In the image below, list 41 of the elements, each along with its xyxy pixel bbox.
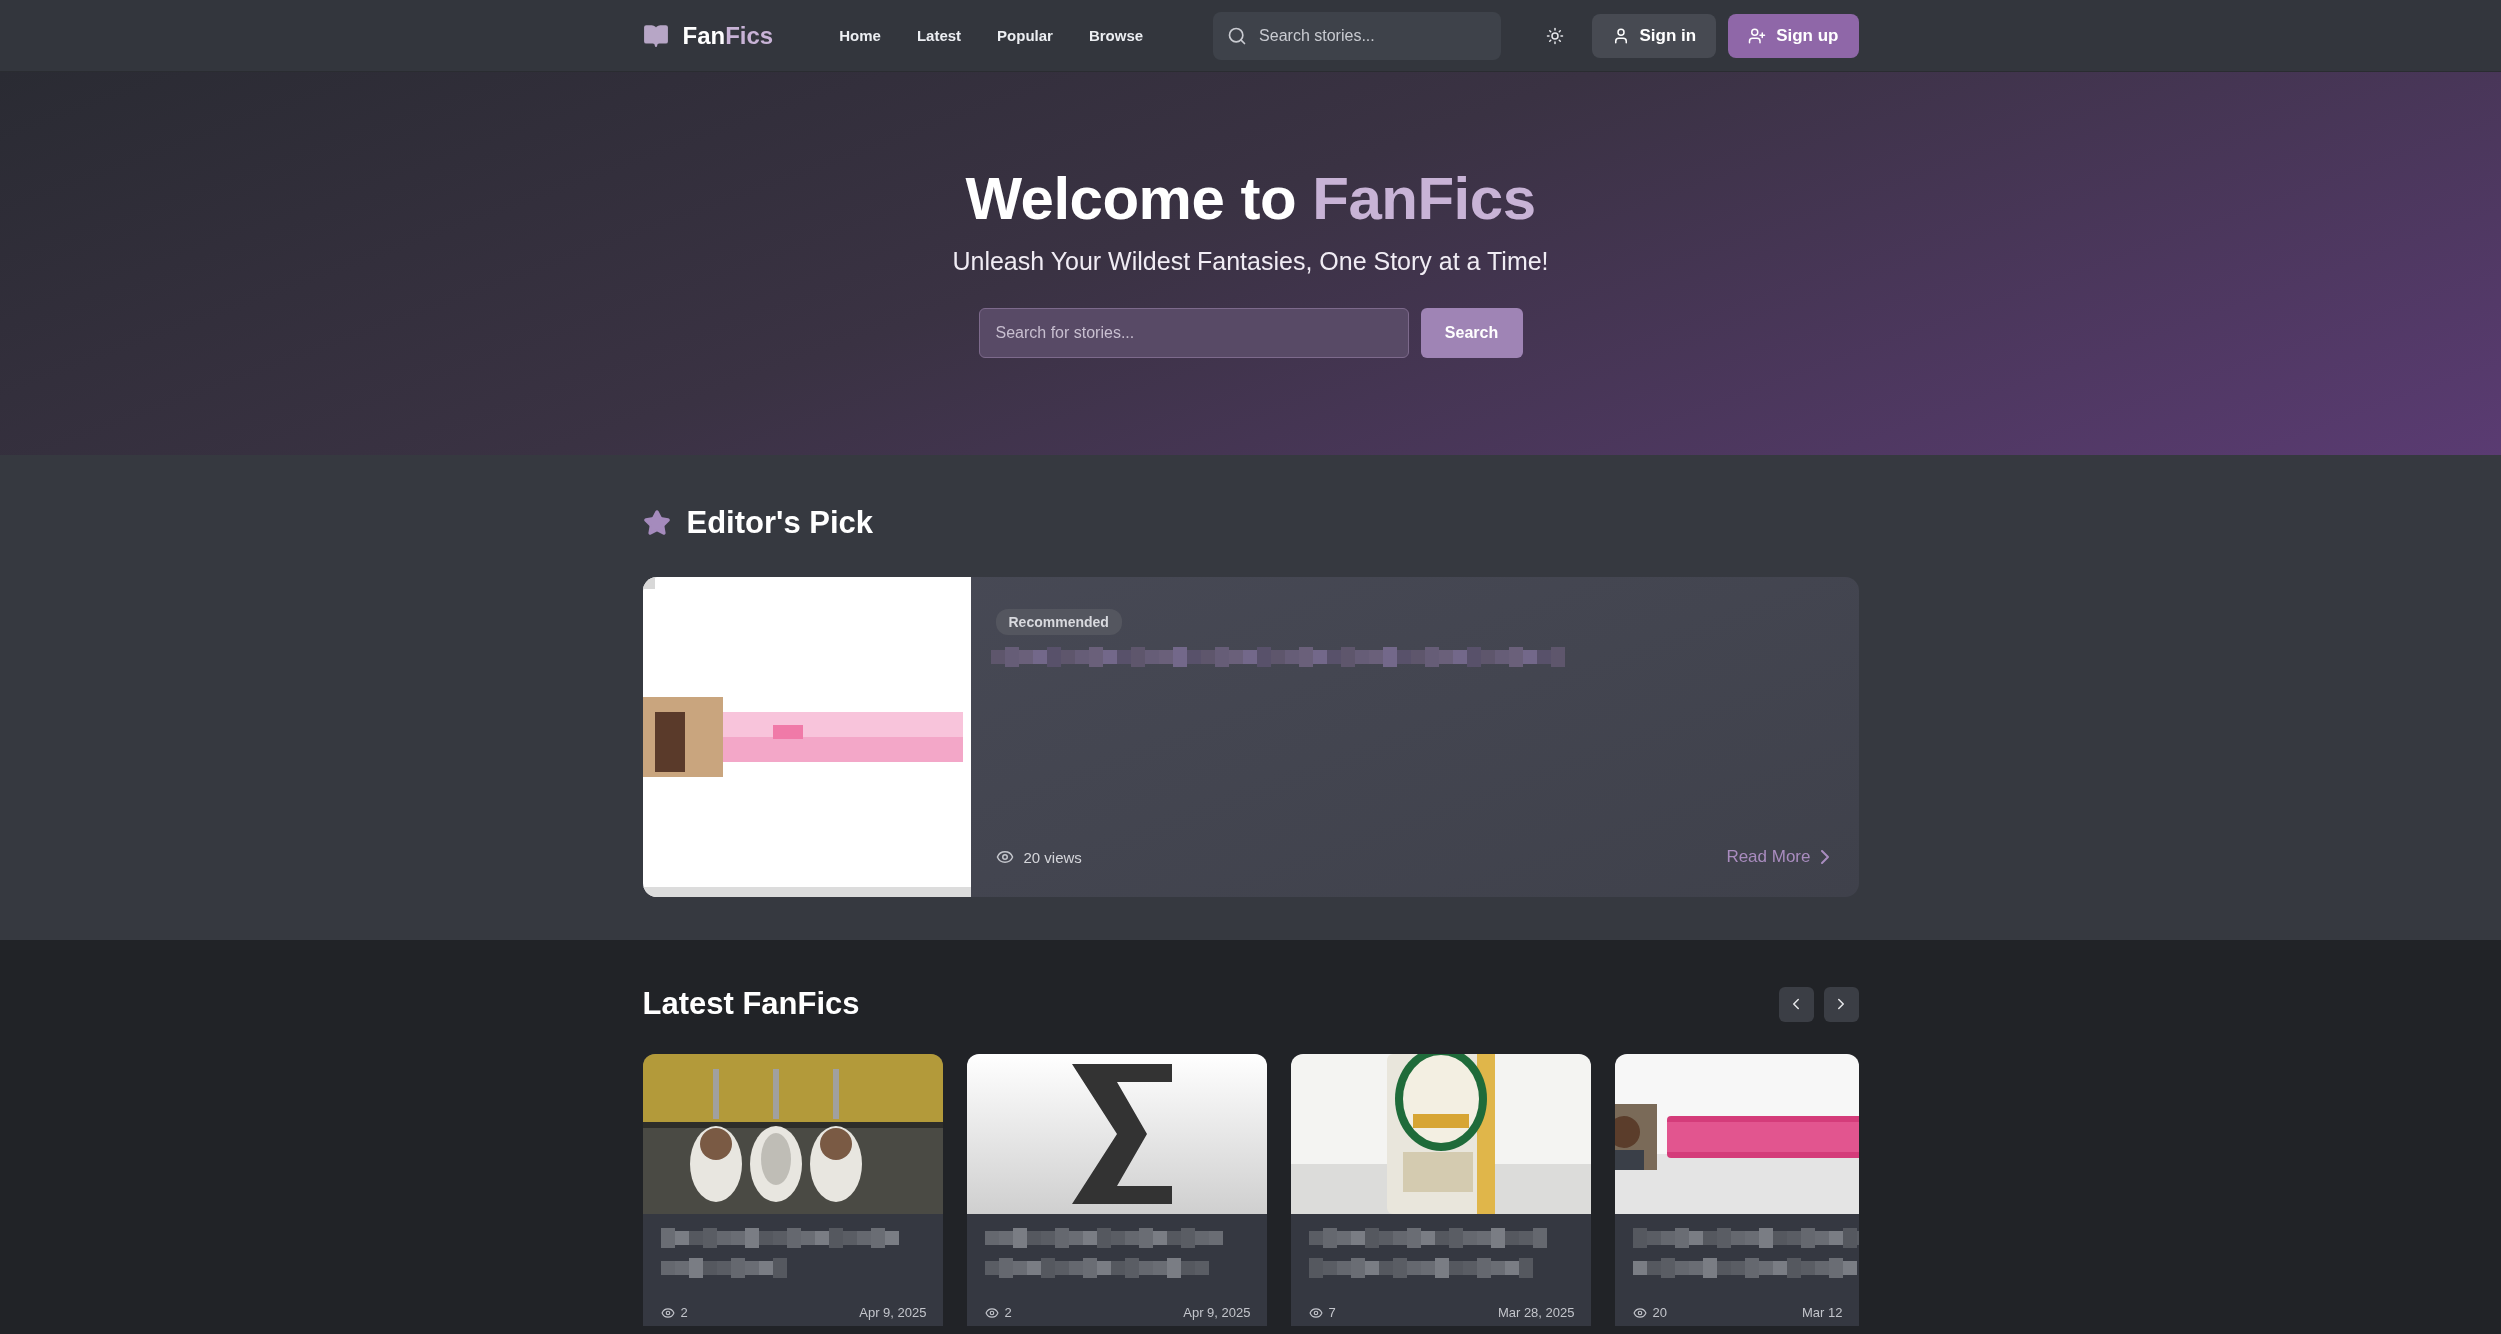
user-plus-icon: [1748, 26, 1767, 45]
view-count: 20 views: [1023, 848, 1082, 866]
logo[interactable]: FanFics: [682, 21, 774, 50]
section-heading: Editor's Pick: [686, 505, 874, 541]
story-date: Mar 12: [1802, 1305, 1844, 1320]
star-icon: [642, 509, 671, 537]
featured-story-card[interactable]: Recommended 20 views Read More: [642, 577, 1859, 897]
eye-icon: [984, 1305, 999, 1320]
view-count: 7: [1328, 1305, 1336, 1320]
hero-subtitle: Unleash Your Wildest Fantasies, One Story at a Time!: [952, 247, 1549, 276]
nav-link[interactable]: Latest: [916, 27, 962, 44]
view-count: 2: [1004, 1305, 1012, 1320]
story-card[interactable]: 2 Apr 9, 2025: [966, 1054, 1267, 1326]
eye-icon: [1308, 1305, 1323, 1320]
nav-link[interactable]: Browse: [1088, 27, 1144, 44]
eye-icon: [660, 1305, 675, 1320]
nav-link[interactable]: Popular: [997, 27, 1053, 44]
nav-link[interactable]: Home: [839, 27, 881, 44]
sun-icon: [1545, 26, 1564, 45]
section-heading: Latest FanFics: [642, 986, 860, 1022]
view-count: 2: [680, 1305, 688, 1320]
recommended-badge: Recommended: [995, 609, 1122, 635]
next-button[interactable]: [1823, 986, 1859, 1022]
view-count: 20: [1652, 1305, 1667, 1320]
eye-icon: [1632, 1305, 1647, 1320]
story-date: Apr 9, 2025: [859, 1305, 928, 1320]
sign-up-button[interactable]: Sign up: [1728, 13, 1859, 58]
search-field[interactable]: Search stories...: [1213, 11, 1502, 60]
search-field[interactable]: Search for stories...: [978, 308, 1409, 358]
story-card[interactable]: 20 Mar 12: [1614, 1054, 1859, 1326]
search-icon: [1227, 25, 1248, 46]
eye-icon: [995, 848, 1014, 866]
chevron-right-icon: [1820, 850, 1829, 864]
story-card[interactable]: 7 Mar 28, 2025: [1290, 1054, 1591, 1326]
sign-in-button[interactable]: Sign in: [1591, 13, 1717, 58]
book-icon: [642, 22, 669, 49]
story-date: Mar 28, 2025: [1497, 1305, 1576, 1320]
story-date: Apr 9, 2025: [1183, 1305, 1252, 1320]
previous-button[interactable]: [1778, 986, 1814, 1022]
hero-title: Welcome to FanFics: [965, 164, 1536, 233]
story-card[interactable]: 2 Apr 9, 2025: [642, 1054, 943, 1326]
